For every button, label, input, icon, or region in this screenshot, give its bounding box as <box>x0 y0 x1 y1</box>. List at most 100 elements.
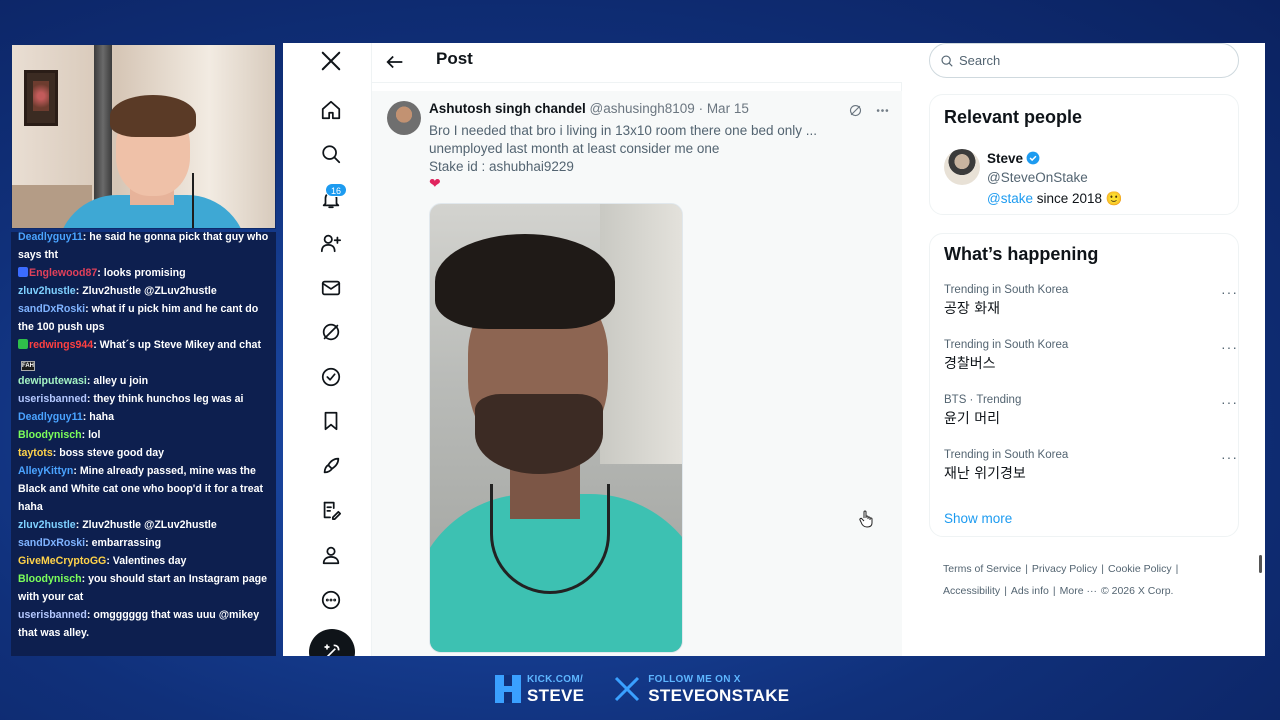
footer-link[interactable]: Accessibility <box>943 585 1000 597</box>
chat-message: Deadlyguy11: he said he gonna pick that … <box>18 232 270 264</box>
feather-plus-icon <box>324 644 340 656</box>
chat-username[interactable]: userisbanned <box>18 609 87 621</box>
chat-username[interactable]: Deadlyguy11 <box>18 411 83 423</box>
chat-message-text: they think hunchos leg was ai <box>93 393 244 405</box>
verified-badge-icon <box>1026 151 1040 165</box>
chat-username[interactable]: Bloodynisch <box>18 429 82 441</box>
x-browser-window: 16 Post Ashutosh singh chandel @ashusing… <box>283 43 1265 656</box>
chat-list: Deadlyguy11: he said he gonna pick that … <box>18 232 270 642</box>
chat-username[interactable]: AlleyKittyn <box>18 465 73 477</box>
more-dots-icon[interactable] <box>875 103 890 118</box>
relevant-people-title: Relevant people <box>944 107 1083 127</box>
tweet-author-avatar[interactable] <box>387 101 421 135</box>
trend-item[interactable]: Trending in South Korea 재난 위기경보 ··· <box>944 449 1237 483</box>
chat-username[interactable]: zluv2hustle <box>18 285 76 297</box>
whats-happening-card: What’s happening Trending in South Korea… <box>929 233 1239 537</box>
relevant-person-name: Steve <box>987 151 1024 166</box>
chat-message: Bloodynisch: lol <box>18 426 270 444</box>
x-logo-icon[interactable] <box>318 48 344 74</box>
trend-topic: 경찰버스 <box>944 356 996 372</box>
chat-message: Deadlyguy11: haha <box>18 408 270 426</box>
chat-username[interactable]: GiveMeCryptoGG <box>18 555 106 567</box>
footer-link[interactable]: Privacy Policy <box>1032 563 1097 575</box>
relevant-person-name-row[interactable]: Steve <box>987 151 1040 166</box>
trend-category: BTS · Trending <box>944 394 1022 406</box>
trend-item[interactable]: BTS · Trending 윤기 머리 ··· <box>944 394 1237 428</box>
chat-username[interactable]: Englewood87 <box>29 267 97 279</box>
chat-message-text: boss steve good day <box>59 447 165 459</box>
scrollbar-thumb[interactable] <box>1259 555 1262 573</box>
compose-post-button[interactable] <box>309 629 355 656</box>
trend-item[interactable]: Trending in South Korea 경찰버스 ··· <box>944 339 1237 373</box>
chat-username[interactable]: zluv2hustle <box>18 519 76 531</box>
x-promo: FOLLOW ME ON X STEVEONSTAKE <box>612 674 789 704</box>
chat-username[interactable]: sandDxRoski <box>18 537 85 549</box>
footer-link[interactable]: Ads info <box>1011 585 1049 597</box>
grok-explain-icon[interactable] <box>848 103 863 118</box>
tweet-author-name[interactable]: Ashutosh singh chandel <box>429 101 586 116</box>
chat-username[interactable]: Bloodynisch <box>18 573 82 585</box>
messages-envelope-icon[interactable] <box>318 275 344 301</box>
home-icon[interactable] <box>318 97 344 123</box>
grok-icon[interactable] <box>318 319 344 345</box>
wall-painting <box>24 70 58 126</box>
back-arrow-icon[interactable] <box>384 51 406 73</box>
trend-category: Trending in South Korea <box>944 284 1069 296</box>
trend-more-icon[interactable]: ··· <box>1221 394 1238 410</box>
notification-count-badge: 16 <box>325 183 347 197</box>
chat-message: AlleyKittyn: Mine already passed, mine w… <box>18 462 270 516</box>
chat-username[interactable]: userisbanned <box>18 393 87 405</box>
more-options-circle-icon[interactable] <box>318 587 344 613</box>
footer-link[interactable]: Terms of Service <box>943 563 1021 575</box>
trend-category: Trending in South Korea <box>944 449 1069 461</box>
chat-username[interactable]: dewiputewasi <box>18 375 87 387</box>
show-more-link[interactable]: Show more <box>944 511 1012 526</box>
relevant-person-bio: @stake since 2018 🙂 <box>987 191 1123 207</box>
footer-divider: | <box>1175 563 1179 575</box>
earphone-cable <box>192 173 198 228</box>
drafts-edit-icon[interactable] <box>318 497 344 523</box>
explore-search-icon[interactable] <box>318 141 344 167</box>
chat-message-text: haha <box>89 411 114 423</box>
bookmark-icon[interactable] <box>318 408 344 434</box>
trend-category: Trending in South Korea <box>944 339 1069 351</box>
bio-mention-link[interactable]: @stake <box>987 191 1033 206</box>
footer-divider: | <box>1052 585 1056 597</box>
trend-more-icon[interactable]: ··· <box>1221 449 1238 465</box>
chat-username[interactable]: Deadlyguy11 <box>18 232 83 243</box>
profile-icon[interactable] <box>318 542 344 568</box>
footer-link[interactable]: © 2026 X Corp. <box>1101 585 1174 597</box>
follow-people-icon[interactable] <box>318 230 344 256</box>
trend-more-icon[interactable]: ··· <box>1221 339 1238 355</box>
chat-message: sandDxRoski: what if u pick him and he c… <box>18 300 270 336</box>
chat-message-text: Zluv2hustle @ZLuv2hustle <box>82 285 217 297</box>
verified-check-icon[interactable] <box>318 364 344 390</box>
chat-emote: FAH <box>21 361 35 371</box>
trend-item[interactable]: Trending in South Korea 공장 화재 ··· <box>944 284 1237 318</box>
chat-message: zluv2hustle: Zluv2hustle @ZLuv2hustle <box>18 516 270 534</box>
tweet-author-handle-date[interactable]: @ashusingh8109 · Mar 15 <box>590 101 749 116</box>
relevant-person-avatar[interactable] <box>944 149 980 185</box>
relevant-person-handle[interactable]: @SteveOnStake <box>987 170 1088 185</box>
chat-username[interactable]: taytots <box>18 447 53 459</box>
chat-message-text: Valentines day <box>112 555 187 567</box>
chat-message-text: looks promising <box>103 267 186 279</box>
chat-badge-icon <box>18 267 28 277</box>
tweet[interactable]: Ashutosh singh chandel @ashusingh8109 · … <box>372 91 902 656</box>
chat-message-text: alley u join <box>93 375 149 387</box>
chat-username[interactable]: redwings944 <box>29 339 93 351</box>
chat-username[interactable]: sandDxRoski <box>18 303 85 315</box>
trend-topic: 윤기 머리 <box>944 411 1000 427</box>
search-input[interactable]: Search <box>929 43 1239 78</box>
footer-link[interactable]: Cookie Policy <box>1108 563 1172 575</box>
tweet-media-photo[interactable] <box>429 203 683 653</box>
trend-more-icon[interactable]: ··· <box>1221 284 1238 300</box>
chat-message: Englewood87: looks promising <box>18 264 270 282</box>
rocket-icon[interactable] <box>318 453 344 479</box>
footer-link[interactable]: More ··· <box>1060 585 1097 597</box>
tweet-text: Bro I needed that bro i living in 13x10 … <box>429 123 817 174</box>
kick-logo-icon <box>495 675 521 703</box>
whats-happening-title: What’s happening <box>944 244 1099 264</box>
stream-chat: Deadlyguy11: he said he gonna pick that … <box>11 232 276 656</box>
chat-message-text: embarrassing <box>91 537 162 549</box>
